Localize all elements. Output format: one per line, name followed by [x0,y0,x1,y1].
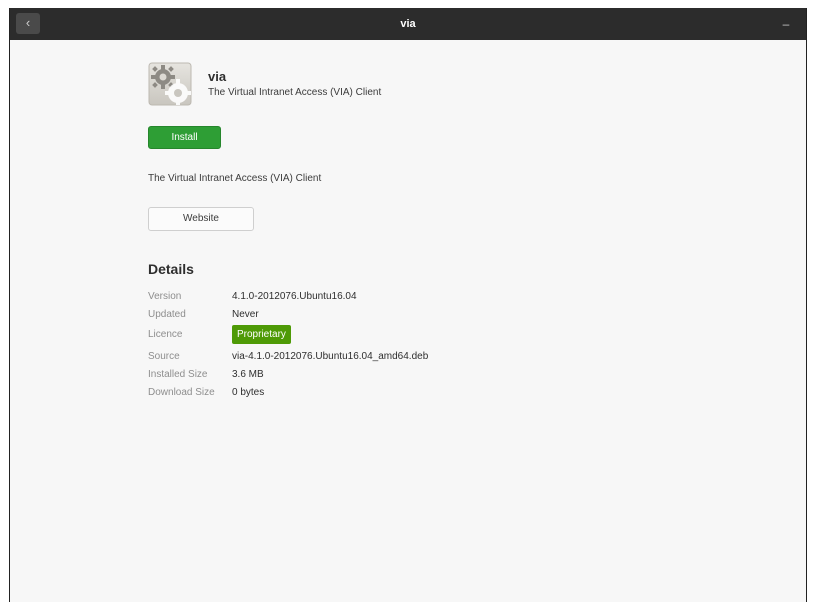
detail-label: Installed Size [148,369,208,380]
updated-value: Never [232,309,259,320]
install-button[interactable]: Install [148,126,221,149]
app-description: The Virtual Intranet Access (VIA) Client [148,173,322,184]
source-value: via-4.1.0-2012076.Ubuntu16.04_amd64.deb [232,351,429,362]
version-value: 4.1.0-2012076.Ubuntu16.04 [232,291,357,302]
detail-label: Licence [148,329,183,340]
website-button[interactable]: Website [148,207,254,231]
app-name: via [208,69,227,84]
minimize-button[interactable]: – [776,13,796,34]
detail-label: Source [148,351,180,362]
detail-label: Updated [148,309,186,320]
licence-badge[interactable]: Proprietary [232,325,291,344]
installed-size-value: 3.6 MB [232,369,264,380]
download-size-value: 0 bytes [232,387,265,398]
minimize-icon: – [782,17,790,31]
app-summary: The Virtual Intranet Access (VIA) Client [208,87,382,98]
window-title: via [400,18,416,30]
details-heading: Details [148,261,194,277]
screen: ‹ via – via The Virtual Intranet Access … [0,0,813,602]
detail-label: Download Size [148,387,215,398]
header-bar: ‹ via – [10,8,806,40]
app-window: ‹ via – via The Virtual Intranet Access … [9,8,807,602]
application-gears-icon [148,62,192,106]
detail-label: Version [148,291,182,302]
